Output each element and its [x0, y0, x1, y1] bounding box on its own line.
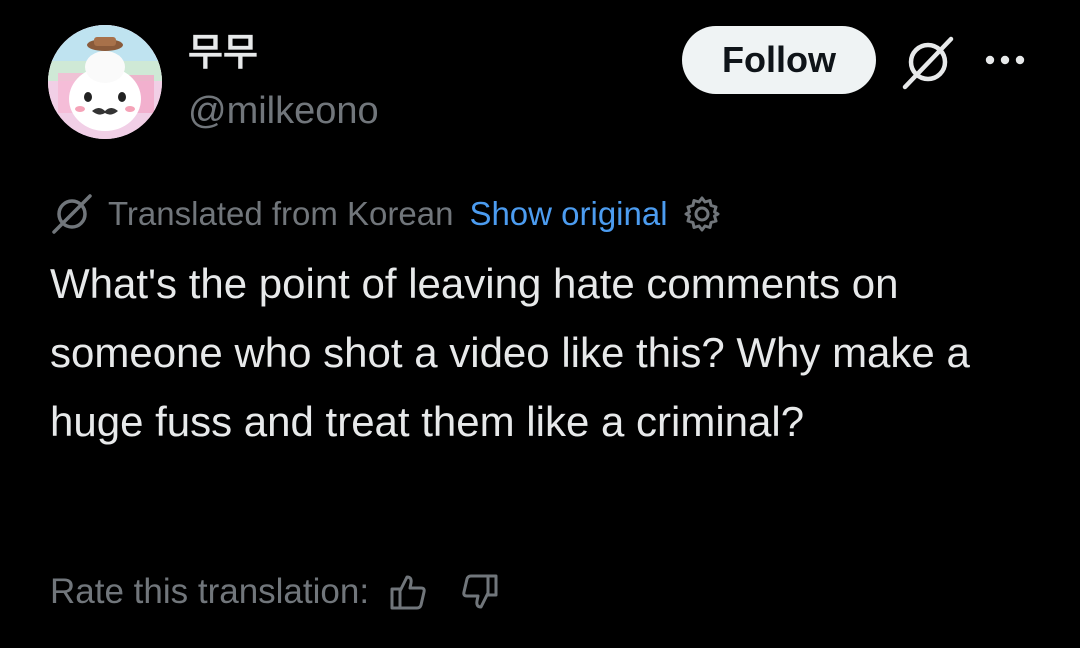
show-original-link[interactable]: Show original: [469, 195, 667, 233]
rate-translation-bar: Rate this translation:: [50, 566, 505, 618]
grok-icon: [902, 36, 954, 90]
gear-icon[interactable]: [682, 194, 722, 234]
author-display-name[interactable]: 무무: [188, 30, 258, 74]
author-handle[interactable]: @milkeono: [188, 88, 379, 134]
post-body-text: What's the point of leaving hate comment…: [50, 260, 970, 445]
author-avatar[interactable]: [48, 25, 162, 139]
thumbs-up-icon[interactable]: [383, 567, 433, 617]
post-card: 무무 @milkeono Follow Translated from Kore…: [0, 0, 1080, 648]
thumbs-down-icon[interactable]: [455, 567, 505, 617]
grok-translate-icon: [50, 192, 94, 236]
rate-translation-label: Rate this translation:: [50, 572, 370, 611]
seal-character-avatar-icon: [48, 25, 162, 139]
translated-from-label: Translated from Korean: [108, 195, 454, 232]
follow-button[interactable]: Follow: [682, 26, 876, 94]
grok-button[interactable]: [898, 32, 958, 92]
translation-bar: Translated from Korean Show original: [50, 192, 722, 236]
more-options-button[interactable]: [980, 40, 1030, 80]
more-options-icon: [985, 55, 1025, 65]
